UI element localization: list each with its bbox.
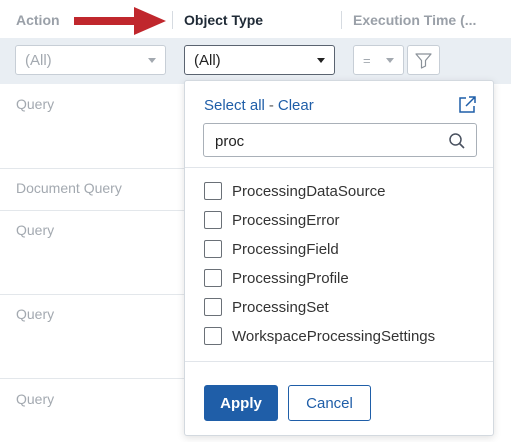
search-icon — [449, 133, 465, 149]
select-all-link[interactable]: Select all — [204, 97, 265, 114]
divider — [185, 167, 493, 168]
chevron-down-icon — [317, 58, 325, 63]
option-label: WorkspaceProcessingSettings — [232, 328, 436, 345]
row-divider — [0, 210, 184, 211]
search-input-value: proc — [215, 133, 245, 150]
option-label: ProcessingError — [232, 212, 340, 229]
table-row-action: Query — [16, 96, 55, 112]
object-type-filter-dropdown: Select all - Clear proc ProcessingDataSour… — [184, 80, 494, 436]
option-checkbox[interactable] — [204, 240, 222, 258]
execution-time-filter-button[interactable] — [407, 45, 440, 75]
apply-button[interactable]: Apply — [204, 385, 278, 421]
option-label: ProcessingSet — [232, 299, 329, 316]
table-row-action: Query — [16, 306, 55, 322]
search-input[interactable]: proc — [203, 123, 477, 157]
column-divider — [172, 11, 173, 29]
column-header-execution-time[interactable]: Execution Time (... — [353, 12, 476, 28]
action-filter-value: (All) — [25, 52, 52, 69]
option-checkbox[interactable] — [204, 269, 222, 287]
option-checkbox[interactable] — [204, 182, 222, 200]
option-label: ProcessingField — [232, 241, 339, 258]
chevron-down-icon — [148, 58, 156, 63]
cancel-button[interactable]: Cancel — [288, 385, 371, 421]
option-label: ProcessingDataSource — [232, 183, 386, 200]
row-divider — [0, 294, 184, 295]
table-row-action: Query — [16, 391, 55, 407]
column-header-object-type[interactable]: Object Type — [184, 12, 263, 28]
option-checkbox[interactable] — [204, 298, 222, 316]
table-row-action: Document Query — [16, 180, 122, 196]
row-divider — [0, 378, 184, 379]
column-divider — [341, 11, 342, 29]
action-filter-select[interactable]: (All) — [15, 45, 166, 75]
execution-time-operator-select[interactable]: = — [353, 45, 404, 75]
clear-link[interactable]: Clear — [278, 97, 314, 114]
chevron-down-icon — [386, 58, 394, 63]
external-link-icon[interactable] — [457, 95, 477, 115]
row-divider — [0, 168, 184, 169]
option-checkbox[interactable] — [204, 327, 222, 345]
operator-value: = — [363, 53, 371, 68]
red-arrow-annotation — [74, 7, 166, 35]
option-label: ProcessingProfile — [232, 270, 349, 287]
selection-links: Select all - Clear — [204, 97, 314, 114]
option-checkbox[interactable] — [204, 211, 222, 229]
object-type-filter-value: (All) — [194, 52, 221, 69]
filter-icon — [415, 53, 432, 69]
link-separator: - — [268, 97, 274, 114]
column-header-action[interactable]: Action — [16, 12, 60, 28]
object-type-filter-select[interactable]: (All) — [184, 45, 335, 75]
table-row-action: Query — [16, 222, 55, 238]
divider — [185, 361, 493, 362]
